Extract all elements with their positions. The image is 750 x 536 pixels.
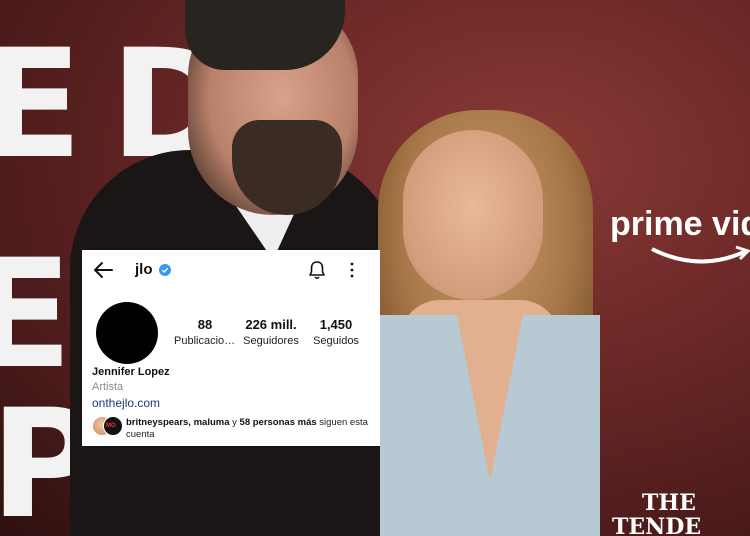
following-label: Seguidos <box>313 335 359 347</box>
bell-icon[interactable] <box>308 260 326 280</box>
posts-label: Publicaciones <box>174 335 236 347</box>
woman-face <box>403 130 543 300</box>
backdrop-letter-e2: E <box>0 228 73 402</box>
instagram-profile-card: jlo 88 Publicaciones 226 mill. Seguidore… <box>82 250 380 446</box>
follower-avatar-2: MO <box>103 416 123 436</box>
profile-avatar[interactable] <box>96 302 158 364</box>
following-count: 1,450 <box>319 317 353 332</box>
profile-category: Artista <box>92 381 124 393</box>
stat-followers[interactable]: 226 mill. Seguidores <box>240 317 302 347</box>
posts-count: 88 <box>197 317 213 332</box>
followed-by-others: 58 personas más <box>239 417 317 428</box>
followers-count: 226 mill. <box>245 317 297 332</box>
follower-avatar-2-text: MO <box>106 423 116 429</box>
verified-badge-icon <box>159 264 171 276</box>
profile-header: jlo <box>82 250 380 290</box>
stat-posts[interactable]: 88 Publicaciones <box>174 317 236 347</box>
backdrop-letter-e: E <box>0 18 83 192</box>
followed-by-connector: y <box>229 417 240 428</box>
brand-smile-arrow <box>651 245 750 264</box>
movie-title-line-2: TENDE <box>612 514 702 536</box>
profile-username: jlo <box>135 261 153 278</box>
arrow-left-icon[interactable] <box>92 260 114 280</box>
profile-website-link[interactable]: onthejlo.com <box>92 396 160 410</box>
stat-following[interactable]: 1,450 Seguidos <box>308 317 364 347</box>
movie-title-line-1: THE <box>642 490 696 516</box>
brand-logo-text: prime vid <box>610 205 750 243</box>
followed-by-text: britneyspears, maluma y 58 personas más … <box>126 417 374 441</box>
followed-by-row[interactable]: MO britneyspears, maluma y 58 personas m… <box>92 416 374 442</box>
more-vertical-icon[interactable] <box>348 262 356 278</box>
profile-display-name: Jennifer Lopez <box>92 366 170 378</box>
followers-label: Seguidores <box>243 335 299 347</box>
followed-by-names: britneyspears, maluma <box>126 417 230 428</box>
